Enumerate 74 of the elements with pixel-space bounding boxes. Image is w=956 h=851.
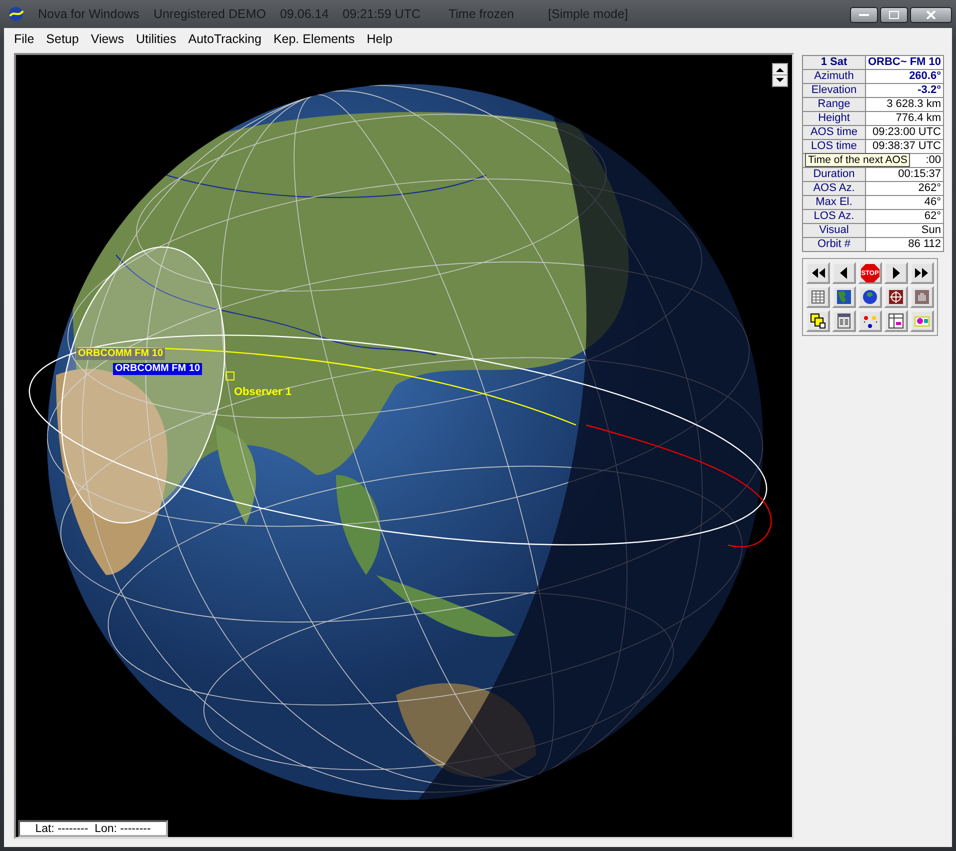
row-label: LOS time	[802, 140, 866, 154]
toolbar-button[interactable]	[832, 310, 856, 332]
menu-item[interactable]: AutoTracking	[182, 30, 268, 48]
maximize-icon	[889, 11, 899, 19]
toolbar-button[interactable]	[884, 262, 908, 284]
menu-item[interactable]: Setup	[40, 30, 85, 48]
row-value: 62°	[865, 210, 944, 224]
coordinates-readout: Lat: -------- Lon: --------	[18, 820, 168, 837]
window-title: Time frozen	[448, 7, 514, 21]
row-label: Azimuth	[802, 70, 866, 84]
row-value: 00:15:37	[865, 168, 944, 182]
spin-button[interactable]	[772, 63, 788, 87]
menu-item[interactable]: Kep. Elements	[267, 30, 361, 48]
toolbar-button[interactable]	[832, 286, 856, 308]
row-value: Sun	[865, 224, 944, 238]
table-icon	[810, 289, 826, 305]
window-title: Nova for Windows	[38, 7, 140, 21]
row-value: 262°	[865, 182, 944, 196]
minimize-icon	[859, 13, 869, 17]
row-label: AOS Az.	[802, 182, 866, 196]
row-label: Max El.	[802, 196, 866, 210]
menu-item[interactable]: File	[8, 30, 40, 48]
toolbar-button[interactable]	[832, 262, 856, 284]
satellite-label: ORBCOMM FM 10	[76, 348, 165, 360]
row-value: 09:23:00 UTC	[865, 126, 944, 140]
toolbar-button[interactable]	[858, 286, 882, 308]
menu-item[interactable]: Views	[84, 30, 130, 48]
globe-icon	[862, 289, 878, 305]
maximize-button[interactable]	[880, 7, 908, 23]
menu-item[interactable]: Help	[360, 30, 398, 48]
row-value: 86 112	[865, 238, 944, 252]
target-icon	[888, 289, 904, 305]
row-value: 776.4 km	[865, 112, 944, 126]
observer-marker-icon	[226, 372, 234, 380]
rewind-icon	[810, 265, 826, 281]
row-label: LOS Az.	[802, 210, 866, 224]
tooltip: Time of the next AOS	[805, 153, 910, 167]
row-value: -3.2°	[865, 84, 944, 98]
row-label: Duration	[802, 168, 866, 182]
row-label: AOS time	[802, 126, 866, 140]
toolbar-button[interactable]	[910, 262, 934, 284]
satellite-name-cell: ORBC~ FM 10	[865, 56, 944, 70]
minimize-button[interactable]	[850, 7, 878, 23]
dots-icon	[862, 313, 878, 329]
menu-item[interactable]: Utilities	[130, 30, 182, 48]
row-value: 3 628.3 km	[865, 98, 944, 112]
row-value: 09:38:37 UTC	[865, 140, 944, 154]
row-value: 260.6°	[865, 70, 944, 84]
close-icon	[926, 11, 936, 19]
list-icon	[836, 313, 852, 329]
selected-satellite-label: ORBCOMM FM 10	[113, 363, 202, 375]
fast-forward-icon	[914, 265, 930, 281]
toolbar-button[interactable]	[806, 262, 830, 284]
row-value: 46°	[865, 196, 944, 210]
row-label: Orbit #	[802, 238, 866, 252]
window-title: [Simple mode]	[548, 7, 628, 21]
row-label: Range	[802, 98, 866, 112]
toolbar-button[interactable]	[858, 310, 882, 332]
row-label: Elevation	[802, 84, 866, 98]
row-label: Height	[802, 112, 866, 126]
windows-icon	[810, 313, 826, 329]
window-title: 09.06.14	[280, 7, 329, 21]
row-label: Visual	[802, 224, 866, 238]
window-title: 09:21:59 UTC	[342, 7, 420, 21]
chart-icon	[888, 313, 904, 329]
table-header: 1 Sat	[802, 56, 866, 70]
toolbar-button[interactable]	[884, 310, 908, 332]
window-title: Unregistered DEMO	[153, 7, 266, 21]
toolbar-button[interactable]	[806, 286, 830, 308]
map-icon	[836, 289, 852, 305]
toolbar-button[interactable]	[884, 286, 908, 308]
app-icon	[8, 6, 24, 22]
close-button[interactable]	[910, 7, 952, 23]
toolbar-button[interactable]	[806, 310, 830, 332]
